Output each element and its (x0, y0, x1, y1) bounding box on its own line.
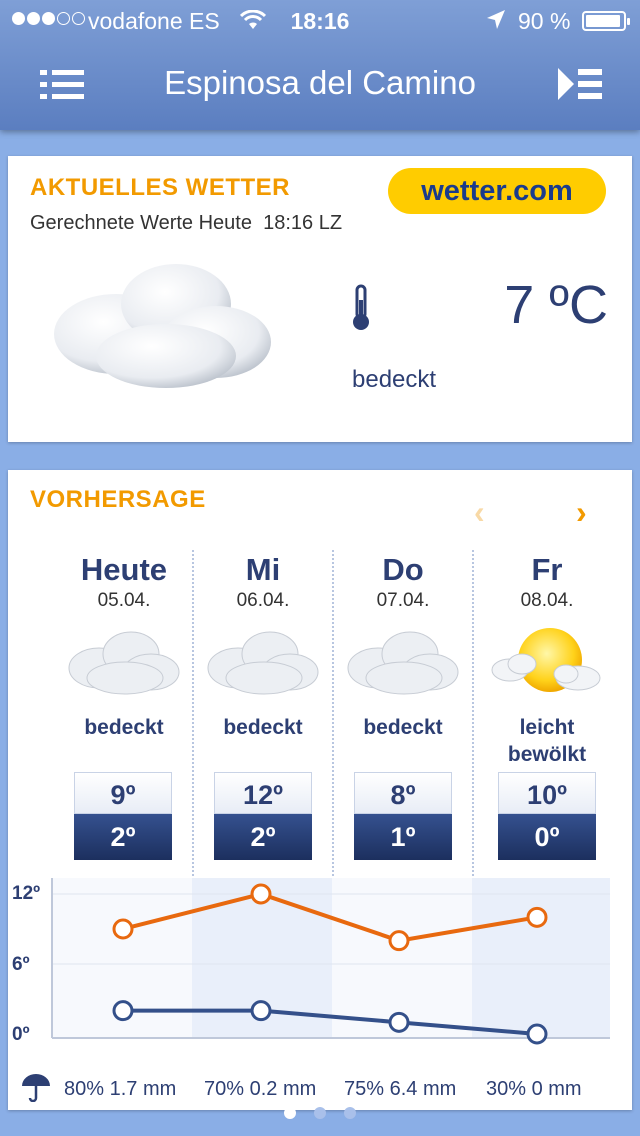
day-name: Heute (80, 552, 168, 587)
top-bar: vodafone ES 18:16 90 % Espinosa del Cami… (0, 0, 640, 130)
page-dot[interactable] (284, 1107, 296, 1119)
day-date: 05.04. (97, 590, 151, 611)
chart-point-0 (112, 918, 134, 940)
temp-low: 1º (354, 814, 452, 860)
temperature-chart (51, 878, 610, 1045)
day-condition: bedeckt (84, 716, 164, 739)
chart-point-0 (388, 930, 410, 952)
day-divider (472, 550, 474, 880)
cloud-icon (207, 631, 319, 695)
forecast-day[interactable]: Do 07.04. bedeckt (334, 552, 472, 739)
current-weather-card[interactable]: AKTUELLES WETTER wetter.com Gerechnete W… (8, 156, 632, 442)
day-condition: bedeckt (363, 716, 443, 739)
page-dot[interactable] (314, 1107, 326, 1119)
precip-day: 80% 1.7 mm (64, 1078, 177, 1100)
cloud-icon (68, 631, 180, 695)
temp-box: 9º 2º (74, 772, 172, 860)
cloud-icon (54, 264, 271, 388)
temp-box: 12º 2º (214, 772, 312, 860)
temp-high: 9º (74, 772, 172, 814)
chart-point-1 (526, 1023, 548, 1045)
battery-percent: 90 % (518, 8, 571, 34)
temp-high: 10º (498, 772, 596, 814)
next-days-arrow-icon[interactable]: › (576, 494, 587, 531)
chart-point-1 (112, 1000, 134, 1022)
thermometer-icon (353, 284, 369, 330)
cloud-icon (347, 631, 459, 695)
precip-day: 75% 6.4 mm (344, 1078, 457, 1100)
temp-low: 2º (74, 814, 172, 860)
chart-point-1 (388, 1011, 410, 1033)
precip-day: 30% 0 mm (486, 1078, 582, 1100)
temp-box: 8º 1º (354, 772, 452, 860)
chart-point-0 (526, 906, 548, 928)
location-arrow-icon (487, 10, 505, 29)
prev-days-arrow-icon[interactable]: ‹ (474, 494, 485, 531)
forecast-heading: VORHERSAGE (30, 486, 206, 513)
battery-icon (582, 11, 630, 31)
page-dot[interactable] (344, 1107, 356, 1119)
day-condition: bedeckt (223, 716, 303, 739)
page-indicator[interactable] (0, 1106, 640, 1124)
current-weather-heading: AKTUELLES WETTER (30, 174, 290, 201)
chart-point-1 (250, 1000, 272, 1022)
sun-cloud-icon (491, 628, 601, 692)
day-name: Mi (245, 552, 281, 587)
current-temperature: 7 ºC (504, 275, 608, 335)
temp-high: 8º (354, 772, 452, 814)
chart-column-shade (472, 878, 610, 1038)
forecast-day[interactable]: Heute 05.04. bedeckt (55, 552, 193, 739)
day-name: Fr (531, 552, 563, 587)
forecast-day[interactable]: Mi 06.04. bedeckt (194, 552, 332, 739)
day-condition: leicht bewölkt (507, 716, 587, 766)
temp-low: 2º (214, 814, 312, 860)
current-condition: bedeckt (352, 366, 437, 393)
forecast-card[interactable]: VORHERSAGE ‹ › Heute 05.04. bedeckt Mi 0… (8, 470, 632, 1110)
day-date: 06.04. (236, 590, 290, 611)
day-date: 07.04. (376, 590, 430, 611)
status-bar: vodafone ES 18:16 90 % (0, 8, 640, 36)
temp-low: 0º (498, 814, 596, 860)
wetter-com-logo[interactable]: wetter.com (388, 168, 606, 214)
next-location-icon[interactable] (556, 66, 604, 102)
page-title: Espinosa del Camino (164, 64, 476, 101)
calc-values-label: Gerechnete Werte Heute 18:16 LZ (30, 212, 343, 234)
day-name: Do (382, 552, 424, 587)
precip-day: 70% 0.2 mm (204, 1078, 317, 1100)
forecast-day[interactable]: Fr 08.04. leicht bewölkt (478, 552, 616, 766)
temp-high: 12º (214, 772, 312, 814)
umbrella-icon (22, 1074, 50, 1102)
day-date: 08.04. (520, 590, 574, 611)
chart-point-0 (250, 883, 272, 905)
temp-box: 10º 0º (498, 772, 596, 860)
